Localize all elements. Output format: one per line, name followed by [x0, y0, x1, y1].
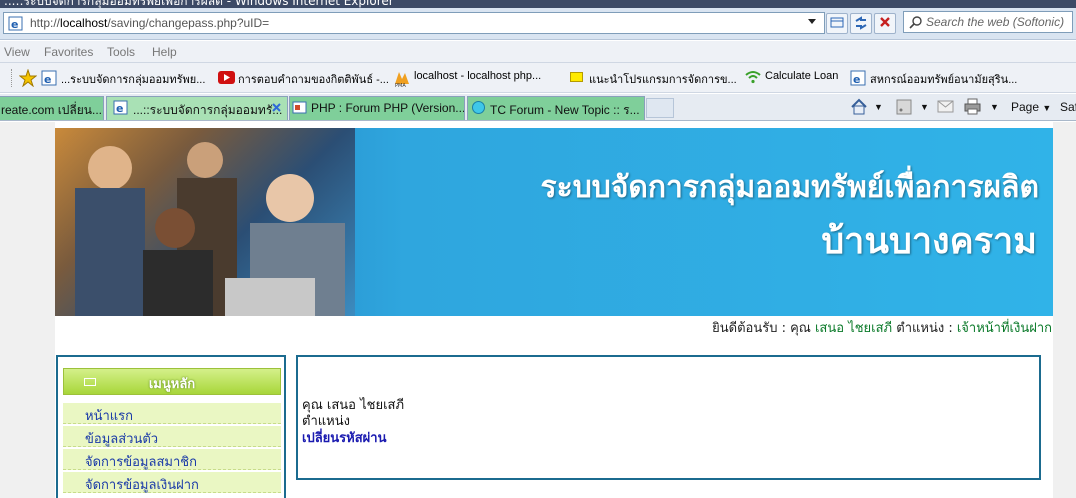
svg-text:e: e — [116, 102, 123, 115]
favorite-link-5[interactable]: Calculate Loan — [765, 70, 838, 82]
tab-2-active[interactable]: e ...::ระบบจัดการกลุ่มออมทรั... — [106, 96, 288, 120]
favorite-link-1[interactable]: ...ระบบจัดการกลุ่มออมทรัพย... — [61, 70, 205, 88]
favorite-link-6[interactable]: สหกรณ์ออมทรัพย์อนามัยสุริน... — [870, 70, 1017, 88]
banner-subtitle: บ้านบางคราม — [821, 221, 1037, 262]
tab-close-icon[interactable] — [271, 102, 282, 113]
toolbar-grip — [11, 69, 13, 87]
chevron-down-icon[interactable]: ▼ — [990, 102, 999, 112]
menu-favorites[interactable]: Favorites — [44, 45, 93, 59]
welcome-line: ยินดีต้อนรับ : คุณ เสนอ ไชยเสภี ตำแหน่ง … — [712, 321, 1052, 336]
close-icon — [880, 17, 890, 27]
note-icon — [570, 72, 583, 82]
sidebar-menu: เมนูหลัก หน้าแรก ข้อมูลส่วนตัว จัดการข้อ… — [56, 355, 286, 498]
stop-button[interactable] — [874, 13, 896, 34]
favorites-star-icon[interactable] — [19, 69, 37, 87]
favorites-bar: e ...ระบบจัดการกลุ่มออมทรัพย... การตอบคำ… — [0, 63, 1076, 93]
sidebar-item-deposits[interactable]: จัดการข้อมูลเงินฝาก — [63, 472, 281, 493]
new-tab-button[interactable] — [646, 98, 674, 118]
sidebar-item-home[interactable]: หน้าแรก — [63, 403, 281, 424]
chevron-down-icon[interactable]: ▼ — [874, 102, 883, 112]
sidebar-item-profile[interactable]: ข้อมูลส่วนตัว — [63, 426, 281, 447]
ie-page-icon: e — [113, 100, 128, 115]
home-icon[interactable] — [850, 98, 868, 115]
forum-page-icon — [292, 101, 307, 114]
sidebar-item-members[interactable]: จัดการข้อมูลสมาชิก — [63, 449, 281, 470]
favorite-link-3[interactable]: localhost - localhost php... — [414, 70, 541, 82]
feeds-icon[interactable] — [896, 99, 912, 115]
user-position: เจ้าหน้าที่เงินฝาก — [956, 321, 1052, 336]
menu-bar: View Favorites Tools Help — [0, 41, 1076, 63]
tab-3[interactable]: PHP : Forum PHP (Version... — [289, 96, 465, 120]
refresh-button[interactable] — [850, 13, 872, 34]
header-banner: ระบบจัดการกลุ่มออมทรัพย์เพื่อการผลิต บ้า… — [55, 128, 1053, 316]
search-placeholder: Search the web (Softonic) — [926, 15, 1065, 29]
tab-1[interactable]: reate.com เปลี่ยน... — [0, 96, 104, 120]
menu-tools[interactable]: Tools — [107, 45, 135, 59]
address-toolbar: e http://localhost/saving/changepass.php… — [0, 8, 1076, 40]
print-icon[interactable] — [963, 98, 982, 115]
user-name: เสนอ ไชยเสภี — [814, 321, 893, 336]
business-people-image — [75, 142, 345, 316]
ie-page-icon: e — [850, 70, 866, 86]
menu-view[interactable]: View — [4, 45, 30, 59]
page-menu-button[interactable]: Page ▼ — [1011, 100, 1051, 114]
favorite-link-2[interactable]: การตอบคำถามของกิตติพันธ์ -... — [238, 70, 389, 88]
safety-menu-button[interactable]: Saf — [1060, 100, 1076, 114]
compatibility-view-button[interactable] — [826, 13, 848, 34]
svg-text:e: e — [44, 73, 51, 86]
wifi-icon — [745, 71, 761, 84]
svg-text:e: e — [853, 73, 860, 86]
window-title-bar: ...::ระบบจัดการกลุ่มออมทรัพย์เพื่อการผลิ… — [0, 0, 1076, 8]
tab-4[interactable]: TC Forum - New Topic :: ร... — [467, 96, 645, 120]
refresh-icon — [855, 16, 867, 30]
favorite-link-4[interactable]: แนะนำโปรแกรมการจัดการข... — [589, 70, 737, 88]
search-input[interactable]: Search the web (Softonic) — [903, 11, 1073, 33]
compatibility-icon — [830, 17, 844, 28]
banner-title: ระบบจัดการกลุ่มออมทรัพย์เพื่อการผลิต — [540, 170, 1040, 205]
main-content: คุณ เสนอ ไชยเสภี ตำแหน่ง เปลี่ยนรหัสผ่าน — [296, 355, 1041, 480]
svg-text:PMA: PMA — [395, 83, 406, 87]
mail-icon[interactable] — [937, 100, 954, 113]
ie-page-icon: e — [8, 16, 23, 31]
address-dropdown-icon[interactable] — [808, 19, 816, 24]
address-bar[interactable]: e http://localhost/saving/changepass.php… — [3, 12, 825, 34]
change-password-link[interactable]: เปลี่ยนรหัสผ่าน — [302, 427, 386, 448]
svg-text:e: e — [11, 18, 18, 31]
menu-help[interactable]: Help — [152, 45, 177, 59]
ie-page-icon: e — [41, 70, 57, 86]
search-icon — [909, 16, 922, 29]
sidebar-heading: เมนูหลัก — [63, 368, 281, 395]
youtube-icon — [218, 71, 235, 84]
globe-icon — [472, 101, 485, 114]
tab-bar: reate.com เปลี่ยน... e ...::ระบบจัดการกล… — [0, 94, 1076, 121]
banner-photo — [55, 128, 355, 316]
phpmyadmin-icon: PMA — [395, 72, 409, 87]
chevron-down-icon[interactable]: ▼ — [920, 102, 929, 112]
window-title: ...::ระบบจัดการกลุ่มออมทรัพย์เพื่อการผลิ… — [4, 0, 394, 8]
address-url[interactable]: http://localhost/saving/changepass.php?u… — [30, 16, 269, 30]
